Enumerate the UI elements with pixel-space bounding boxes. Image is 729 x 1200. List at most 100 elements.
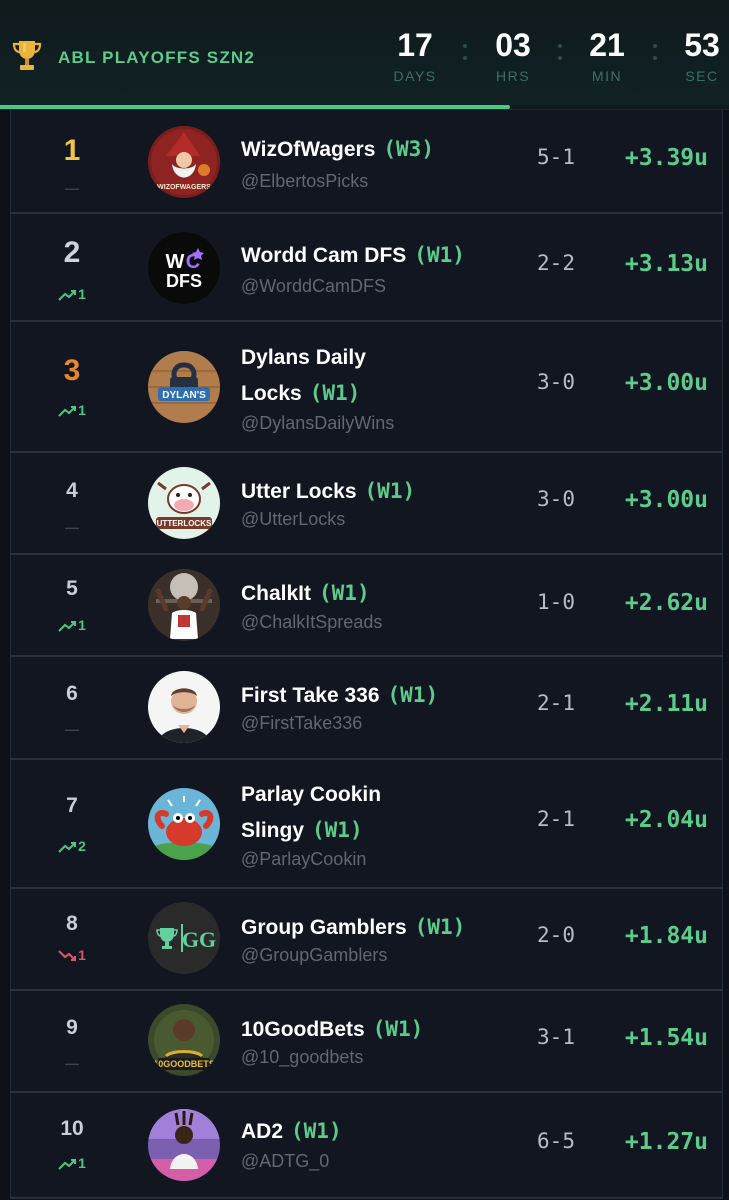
week-badge: (W1) (414, 915, 466, 939)
week-badge: (W1) (291, 1119, 342, 1143)
units-profit: +2.62u (624, 590, 708, 616)
leaderboard-row[interactable]: 3 1 DYLAN'S Dylans Daily Locks (W1) @Dyla… (10, 322, 723, 453)
svg-text:WIZOFWAGERS: WIZOFWAGERS (157, 184, 211, 191)
dylans-lock-icon[interactable]: DYLAN'S (148, 351, 220, 423)
player-photo-icon[interactable] (148, 569, 220, 641)
countdown-hours: 03 HRS (478, 26, 548, 84)
wizard-avatar-icon[interactable]: WIZOFWAGERS (148, 126, 220, 198)
trend-up-icon (58, 838, 78, 854)
man-photo-icon[interactable] (148, 671, 220, 743)
leaderboard-row[interactable]: 1 — WIZOFWAGERS WizOfWagers (W3) @Elberto… (10, 110, 723, 214)
rank-up-indicator: 2 (11, 838, 133, 854)
week-badge: (W1) (312, 818, 363, 842)
rank-column: 10 1 (11, 1093, 133, 1197)
trophy-icon (12, 41, 42, 70)
svg-text:GG: GG (182, 927, 216, 952)
rank-column: 6 — (11, 657, 133, 758)
capper-name[interactable]: WizOfWagers (W3) (241, 132, 511, 167)
season-progress-track (0, 105, 729, 109)
capper-name[interactable]: Dylans Daily (241, 340, 511, 375)
week-badge: (W1) (387, 683, 439, 707)
rank-unchanged-indicator: — (11, 519, 133, 535)
season-progress-fill (0, 105, 511, 109)
win-loss-record: 1-0 (537, 590, 575, 614)
leaderboard-row[interactable]: 6 — First Take 336 (W1) @FirstTake336 2-1… (10, 657, 723, 760)
capper-name-line1: AD2 (241, 1120, 284, 1143)
capper-handle[interactable]: @ChalkItSpreads (241, 612, 382, 633)
capper-name-line1: Group Gamblers (241, 916, 407, 939)
gg-logo-icon[interactable]: GG (148, 902, 220, 974)
countdown-separator (653, 44, 657, 64)
wcdfs-logo-icon[interactable]: W C DFS (148, 232, 220, 304)
crab-avatar-icon[interactable] (148, 788, 220, 860)
leaderboard-row[interactable]: 8 1 GG Group Gamblers (W1) @GroupGamblers… (10, 889, 723, 991)
capper-name-line2: Locks (241, 382, 302, 405)
person-photo-icon[interactable] (148, 1109, 220, 1181)
week-badge: (W1) (372, 1017, 424, 1041)
win-loss-record: 3-0 (537, 370, 575, 394)
goodbets-avatar-icon[interactable]: 10GOODBETS (148, 1004, 220, 1076)
units-profit: +1.84u (624, 923, 708, 949)
capper-handle[interactable]: @GroupGamblers (241, 945, 387, 966)
capper-handle[interactable]: @DylansDailyWins (241, 413, 394, 434)
league-title: ABL PLAYOFFS SZN2 (58, 48, 256, 67)
leaderboard-row[interactable]: 5 1 ChalkIt (W1) @ChalkItSpreads 1-0 +2.6… (10, 555, 723, 657)
rank-number: 1 (63, 134, 81, 167)
countdown-days-label: DAYS (393, 68, 437, 84)
week-badge: (W1) (414, 243, 465, 267)
units-profit: +3.39u (624, 145, 708, 171)
dash-icon: — (65, 180, 79, 196)
trend-up-icon (58, 1155, 78, 1171)
capper-name-line1: Dylans Daily (241, 346, 366, 369)
capper-name-line1: WizOfWagers (241, 138, 376, 161)
leaderboard-list: 1 — WIZOFWAGERS WizOfWagers (W3) @Elberto… (10, 110, 723, 1199)
capper-name[interactable]: Group Gamblers (W1) (241, 910, 511, 945)
capper-name-line1: 10GoodBets (241, 1018, 365, 1041)
dash-icon: — (65, 519, 79, 535)
leaderboard-row[interactable]: 9 — 10GOODBETS 10GoodBets (W1) @10_goodbe… (10, 991, 723, 1093)
rank-number: 9 (66, 1016, 78, 1039)
units-profit: +2.11u (624, 691, 708, 717)
capper-handle[interactable]: @ADTG_0 (241, 1151, 329, 1172)
capper-name-cont[interactable]: Slingy (W1) (241, 813, 511, 848)
rank-number: 2 (63, 236, 81, 269)
win-loss-record: 2-2 (537, 251, 575, 275)
week-badge: (W1) (319, 581, 370, 605)
capper-name[interactable]: Parlay Cookin (241, 777, 511, 812)
win-loss-record: 3-1 (537, 1025, 575, 1049)
capper-handle[interactable]: @FirstTake336 (241, 713, 362, 734)
capper-name-line1: Wordd Cam DFS (241, 244, 407, 267)
capper-name-cont[interactable]: Locks (W1) (241, 376, 511, 411)
capper-name[interactable]: First Take 336 (W1) (241, 678, 511, 713)
cow-avatar-icon[interactable]: UTTERLOCKS (148, 467, 220, 539)
win-loss-record: 2-1 (537, 691, 575, 715)
capper-name[interactable]: Utter Locks (W1) (241, 474, 511, 509)
capper-name[interactable]: ChalkIt (W1) (241, 576, 511, 611)
countdown-days: 17 DAYS (380, 26, 450, 84)
rank-up-indicator: 1 (11, 1155, 133, 1171)
capper-handle[interactable]: @WorddCamDFS (241, 276, 386, 297)
leaderboard-row[interactable]: 7 2 Parlay Cookin Slingy (W1) @ParlayCook… (10, 760, 723, 889)
rank-column: 8 1 (11, 889, 133, 989)
units-profit: +3.13u (624, 251, 708, 277)
capper-handle[interactable]: @ElbertosPicks (241, 171, 368, 192)
leaderboard-row[interactable]: 2 1 W C DFS Wordd Cam DFS (W1) @WorddCamDFS… (10, 214, 723, 322)
week-badge: (W3) (383, 137, 434, 161)
leaderboard-row[interactable]: 10 1 AD2 (W1) @ADTG_0 6-5 +1.27u (10, 1093, 723, 1199)
win-loss-record: 5-1 (537, 145, 575, 169)
capper-name[interactable]: Wordd Cam DFS (W1) (241, 238, 511, 273)
rank-number: 10 (60, 1117, 84, 1140)
rank-change-value: 1 (78, 402, 86, 418)
leaderboard-row[interactable]: 4 — UTTERLOCKS Utter Locks (W1) @UtterLoc… (10, 453, 723, 555)
svg-text:DFS: DFS (166, 271, 202, 291)
capper-name[interactable]: AD2 (W1) (241, 1114, 511, 1149)
countdown-seconds-label: SEC (685, 68, 719, 84)
capper-handle[interactable]: @UtterLocks (241, 509, 345, 530)
units-profit: +3.00u (624, 370, 708, 396)
capper-handle[interactable]: @ParlayCookin (241, 849, 366, 870)
leaderboard-header: ABL PLAYOFFS SZN2 17 DAYS 03 HRS 21 MIN … (0, 0, 729, 110)
rank-number: 8 (66, 912, 78, 935)
units-profit: +1.54u (624, 1025, 708, 1051)
capper-name[interactable]: 10GoodBets (W1) (241, 1012, 511, 1047)
capper-handle[interactable]: @10_goodbets (241, 1047, 363, 1068)
